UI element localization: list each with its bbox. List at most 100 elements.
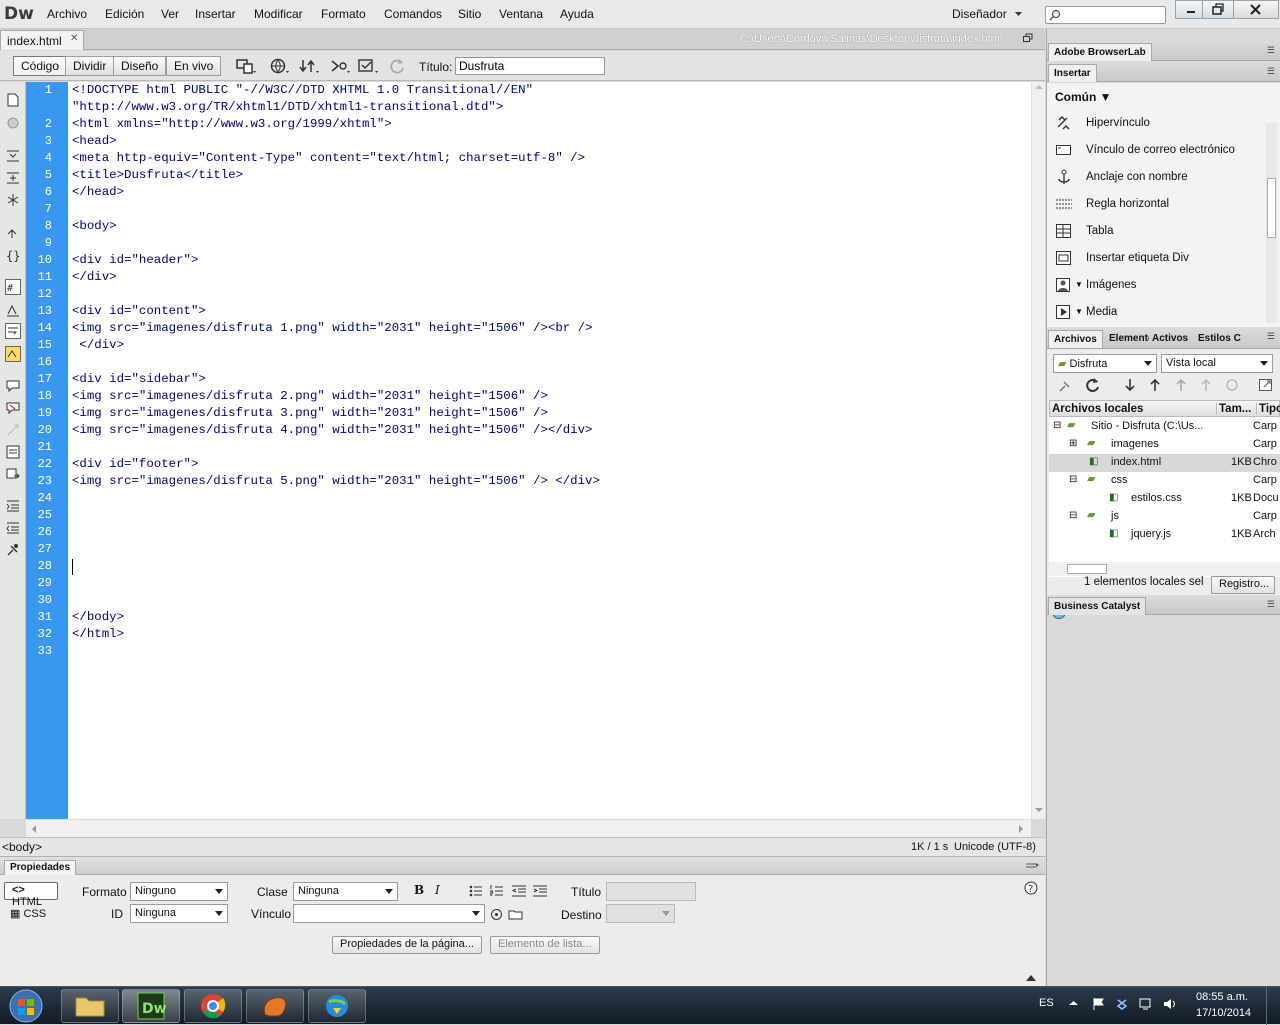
visual-aids-icon[interactable] (358, 57, 380, 75)
format-source-icon[interactable] (5, 542, 21, 558)
taskbar-downloader[interactable] (308, 989, 366, 1023)
menu-ver[interactable]: Ver (161, 7, 179, 21)
volume-icon[interactable] (1163, 997, 1177, 1011)
scroll-left-icon[interactable] (31, 825, 37, 833)
tree-row[interactable]: ⊟ ▰ js Carp (1049, 508, 1280, 526)
list-item-button[interactable]: Elemento de lista... (490, 936, 600, 954)
scroll-up-icon[interactable] (1035, 84, 1043, 90)
files-tab[interactable]: Archivos (1048, 330, 1103, 348)
check-out-icon[interactable] (1173, 377, 1189, 393)
insert-tab[interactable]: Insertar (1048, 64, 1097, 82)
taskbar-explorer[interactable] (61, 989, 119, 1023)
column-local-files[interactable]: Archivos locales (1052, 403, 1143, 415)
collapse-icon[interactable]: ⊟ (1069, 474, 1077, 485)
panel-menu-icon[interactable]: ☰ (1267, 331, 1275, 342)
refresh-icon[interactable] (1085, 377, 1101, 393)
document-title-input[interactable] (455, 57, 605, 75)
refresh-icon[interactable] (389, 57, 411, 75)
folder-icon[interactable] (508, 908, 524, 920)
split-view-button[interactable]: Dividir (65, 56, 115, 76)
taskbar-dreamweaver[interactable]: Dw (122, 989, 180, 1023)
chevron-down-icon[interactable]: ▼ (1075, 280, 1083, 289)
clock-time[interactable]: 08:55 a.m. (1196, 991, 1248, 1003)
insert-images[interactable]: ▼ Imágenes (1055, 275, 1260, 297)
vinculo-input[interactable] (293, 904, 485, 923)
help-icon[interactable]: ? (1024, 881, 1038, 895)
vertical-scrollbar[interactable] (1031, 82, 1045, 819)
code-view-button[interactable]: Código (13, 56, 68, 76)
show-desktop-button[interactable] (1266, 987, 1280, 1025)
restore-button[interactable] (1202, 0, 1234, 19)
css-styles-tab[interactable]: Estilos CS (1193, 330, 1241, 348)
check-in-icon[interactable] (1198, 377, 1214, 393)
select-parent-tag-icon[interactable] (5, 224, 21, 240)
menu-sitio[interactable]: Sitio (458, 7, 481, 21)
assets-tab[interactable]: Activos (1147, 330, 1195, 348)
indent-code-icon[interactable] (5, 498, 21, 514)
tree-row[interactable]: ⊟ ▰ Sitio - Disfruta (C:\Us... Carp (1049, 418, 1280, 436)
titulo-input[interactable] (606, 882, 696, 901)
dropbox-icon[interactable] (1115, 997, 1129, 1011)
site-select[interactable]: ▰ Disfruta (1053, 354, 1157, 373)
put-files-icon[interactable] (1147, 377, 1163, 393)
horizontal-scrollbar[interactable] (26, 819, 1031, 837)
elements-tab[interactable]: Elemento (1104, 330, 1149, 348)
menu-comandos[interactable]: Comandos (384, 7, 442, 21)
code-editor[interactable]: <!DOCTYPE html PUBLIC "-//W3C//DTD XHTML… (68, 82, 1031, 819)
insert-div-tag[interactable]: Insertar etiqueta Div (1055, 248, 1260, 270)
indent-icon[interactable] (533, 885, 547, 897)
close-button[interactable] (1233, 0, 1279, 19)
view-select[interactable]: Vista local (1161, 354, 1273, 373)
design-view-button[interactable]: Diseño (113, 56, 167, 76)
destino-select[interactable] (606, 904, 675, 923)
insert-horizontal-rule[interactable]: Regla horizontal (1055, 194, 1260, 216)
insert-email-link[interactable]: Vínculo de correo electrónico (1055, 140, 1260, 162)
move-css-icon[interactable] (5, 466, 21, 482)
formato-select[interactable]: Ninguno (130, 882, 228, 901)
insert-named-anchor[interactable]: Anclaje con nombre (1055, 167, 1260, 189)
expand-panel-icon[interactable] (1258, 377, 1274, 393)
show-hidden-icons-icon[interactable] (1069, 1000, 1078, 1006)
italic-button[interactable]: I (435, 883, 440, 897)
insert-media[interactable]: ▼ Media (1055, 302, 1260, 324)
balance-braces-icon[interactable]: {} (5, 247, 21, 263)
expand-icon[interactable]: ⊞ (1069, 438, 1077, 449)
apply-comment-icon[interactable] (5, 378, 21, 394)
collapse-icon[interactable] (1026, 974, 1036, 982)
show-code-navigator-icon[interactable] (5, 115, 21, 131)
wrap-tag-icon[interactable] (5, 422, 21, 438)
panel-menu-icon[interactable] (1026, 862, 1040, 870)
remove-comment-icon[interactable] (5, 400, 21, 416)
restore-icon[interactable] (1023, 33, 1034, 43)
menu-ayuda[interactable]: Ayuda (560, 7, 594, 21)
highlight-invalid-code-icon[interactable] (5, 302, 21, 318)
help-search-input[interactable] (1045, 6, 1166, 24)
files-hscrollbar[interactable] (1049, 562, 1280, 576)
file-management-icon[interactable] (299, 57, 321, 75)
tag-selector[interactable]: <body> (2, 840, 42, 854)
collapse-selection-icon[interactable] (5, 170, 21, 186)
column-size[interactable]: Tam... (1216, 403, 1251, 415)
panel-menu-icon[interactable]: ☰ (1267, 66, 1275, 77)
close-icon[interactable]: ✕ (70, 33, 78, 44)
page-properties-button[interactable]: Propiedades de la página... (332, 936, 482, 954)
tree-row[interactable]: ◧ estilos.css 1KB Docu (1049, 490, 1280, 508)
tree-row[interactable]: ⊞ ▰ imagenes Carp (1049, 436, 1280, 454)
connect-icon[interactable] (1057, 378, 1073, 394)
clase-select[interactable]: Ninguna (293, 882, 398, 901)
taskbar-app[interactable] (246, 989, 304, 1023)
scroll-down-icon[interactable] (1035, 807, 1043, 813)
insert-table[interactable]: Tabla (1055, 221, 1260, 243)
panel-menu-icon[interactable]: ☰ (1267, 45, 1275, 56)
menu-archivo[interactable]: Archivo (47, 7, 87, 21)
get-files-icon[interactable] (1122, 377, 1138, 393)
chevron-down-icon[interactable]: ▼ (1075, 307, 1083, 316)
flag-icon[interactable] (1092, 997, 1106, 1011)
menu-ventana[interactable]: Ventana (499, 7, 543, 21)
outdent-icon[interactable] (512, 885, 526, 897)
recent-snippets-icon[interactable] (5, 444, 21, 460)
business-catalyst-tab[interactable]: Business Catalyst (1048, 597, 1147, 615)
word-wrap-icon[interactable] (5, 323, 21, 339)
ordered-list-icon[interactable] (490, 885, 504, 897)
unordered-list-icon[interactable] (469, 885, 483, 897)
